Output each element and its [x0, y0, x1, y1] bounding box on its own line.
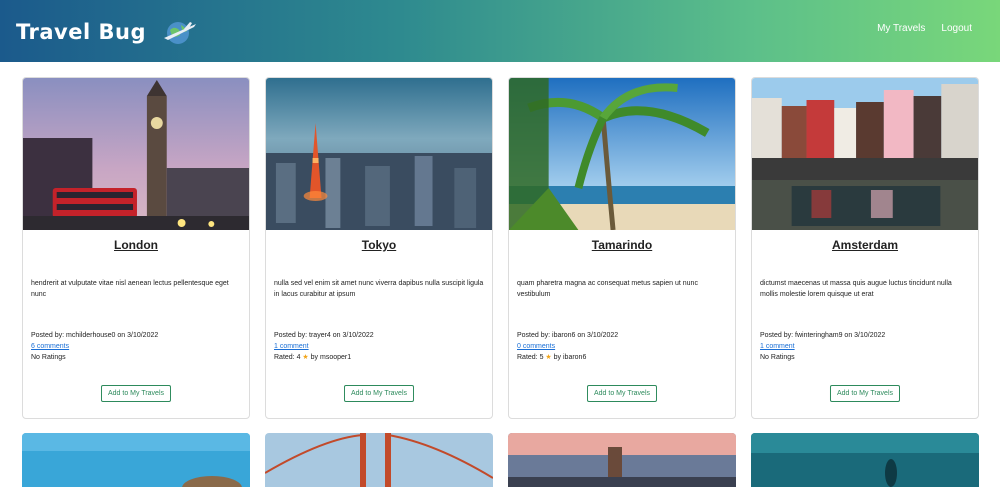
destination-meta: Posted by: mchilderhouse0 on 3/10/2022 6… [31, 330, 241, 363]
destination-photo[interactable] [751, 433, 979, 487]
destination-photo[interactable] [509, 78, 735, 230]
comments-link[interactable]: 6 comments [31, 341, 241, 352]
rated-by-text: by msooper1 [310, 354, 352, 361]
nav-logout-link[interactable]: Logout [941, 23, 972, 34]
destination-photo[interactable] [752, 78, 978, 230]
destination-photo[interactable] [23, 78, 249, 230]
posted-by-text: Posted by: ibaron6 on 3/10/2022 [517, 332, 619, 339]
add-to-my-travels-button[interactable]: Add to My Travels [829, 385, 901, 402]
nav-my-travels-link[interactable]: My Travels [877, 23, 925, 34]
add-to-my-travels-button[interactable]: Add to My Travels [586, 385, 658, 402]
add-to-my-travels-button[interactable]: Add to My Travels [343, 385, 415, 402]
add-to-my-travels-button[interactable]: Add to My Travels [100, 385, 172, 402]
brand-title: Travel Bug [16, 20, 146, 44]
destination-card-tamarindo: Tamarindo quam pharetra magna ac consequ… [508, 77, 736, 419]
destination-card-amsterdam: Amsterdam dictumst maecenas ut massa qui… [751, 77, 979, 419]
destination-card-tokyo: Tokyo nulla sed vel enim sit amet nunc v… [265, 77, 493, 419]
destination-meta: Posted by: ibaron6 on 3/10/2022 0 commen… [517, 330, 727, 363]
destination-card-london: London hendrerit at vulputate vitae nisl… [22, 77, 250, 419]
destination-title[interactable]: London [23, 238, 249, 252]
rating-text: No Ratings [31, 354, 66, 361]
rating-row: Rated: 5 ★ by ibaron6 [517, 352, 727, 363]
destination-description: hendrerit at vulputate vitae nisl aenean… [31, 280, 229, 298]
posted-by-text: Posted by: fwinteringham9 on 3/10/2022 [760, 332, 886, 339]
nav-links: My Travels Logout [877, 23, 972, 34]
destination-meta: Posted by: fwinteringham9 on 3/10/2022 1… [760, 330, 970, 363]
destination-photo[interactable] [22, 433, 250, 487]
comments-link[interactable]: 0 comments [517, 341, 727, 352]
destination-photo[interactable] [265, 433, 493, 487]
destination-description: nulla sed vel enim sit amet nunc viverra… [274, 280, 484, 298]
posted-by-text: Posted by: trayer4 on 3/10/2022 [274, 332, 374, 339]
destination-description: dictumst maecenas ut massa quis augue lu… [760, 280, 952, 298]
comments-link[interactable]: 1 comment [274, 341, 484, 352]
rated-by-text: by ibaron6 [553, 354, 587, 361]
star-icon: ★ [302, 354, 309, 361]
navbar: Travel Bug My Travels Logout [0, 0, 1000, 62]
rating-text: Rated: 5 [517, 354, 544, 361]
star-icon: ★ [545, 354, 552, 361]
brand[interactable]: Travel Bug [16, 16, 200, 48]
posted-by-text: Posted by: mchilderhouse0 on 3/10/2022 [31, 332, 159, 339]
rating-text: Rated: 4 [274, 354, 301, 361]
destination-photo[interactable] [266, 78, 492, 230]
destination-title[interactable]: Amsterdam [752, 238, 978, 252]
destination-meta: Posted by: trayer4 on 3/10/2022 1 commen… [274, 330, 484, 363]
destination-description: quam pharetra magna ac consequat metus s… [517, 280, 698, 298]
rating-row: Rated: 4 ★ by msooper1 [274, 352, 484, 363]
destination-title[interactable]: Tokyo [266, 238, 492, 252]
destination-photo[interactable] [508, 433, 736, 487]
rating-text: No Ratings [760, 354, 795, 361]
comments-link[interactable]: 1 comment [760, 341, 970, 352]
globe-airplane-icon [163, 22, 196, 44]
destination-title[interactable]: Tamarindo [509, 238, 735, 252]
